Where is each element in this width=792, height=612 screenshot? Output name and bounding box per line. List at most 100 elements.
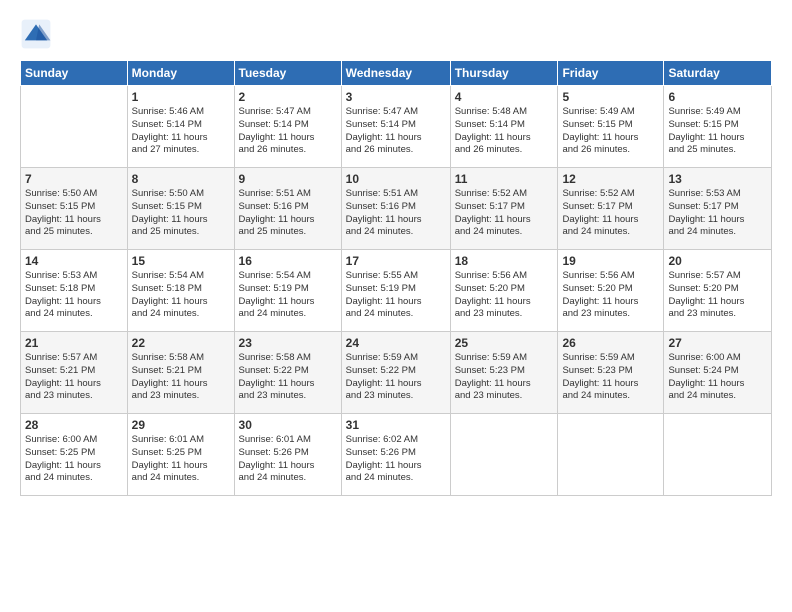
page: SundayMondayTuesdayWednesdayThursdayFrid… (0, 0, 792, 612)
calendar-cell: 8 Sunrise: 5:50 AM Sunset: 5:15 PM Daylig… (127, 168, 234, 250)
day-number: 14 (25, 254, 123, 268)
day-number: 12 (562, 172, 659, 186)
day-info: Sunrise: 5:46 AM Sunset: 5:14 PM Dayligh… (132, 106, 230, 157)
day-number: 17 (346, 254, 446, 268)
calendar-week-4: 21 Sunrise: 5:57 AM Sunset: 5:21 PM Dayli… (21, 332, 772, 414)
calendar-body: 1 Sunrise: 5:46 AM Sunset: 5:14 PM Daylig… (21, 86, 772, 496)
calendar-cell: 24 Sunrise: 5:59 AM Sunset: 5:22 PM Dayli… (341, 332, 450, 414)
calendar-cell: 12 Sunrise: 5:52 AM Sunset: 5:17 PM Dayli… (558, 168, 664, 250)
day-number: 16 (239, 254, 337, 268)
weekday-header-friday: Friday (558, 61, 664, 86)
day-number: 31 (346, 418, 446, 432)
calendar-cell: 3 Sunrise: 5:47 AM Sunset: 5:14 PM Daylig… (341, 86, 450, 168)
logo-icon (20, 18, 52, 50)
day-number: 19 (562, 254, 659, 268)
day-number: 3 (346, 90, 446, 104)
day-number: 4 (455, 90, 554, 104)
calendar-cell: 9 Sunrise: 5:51 AM Sunset: 5:16 PM Daylig… (234, 168, 341, 250)
weekday-header-saturday: Saturday (664, 61, 772, 86)
day-number: 24 (346, 336, 446, 350)
calendar-cell: 21 Sunrise: 5:57 AM Sunset: 5:21 PM Dayli… (21, 332, 128, 414)
calendar-week-2: 7Sunrise: 5:50 AM Sunset: 5:15 PM Daylig… (21, 168, 772, 250)
calendar-cell (450, 414, 558, 496)
day-info: Sunrise: 5:57 AM Sunset: 5:20 PM Dayligh… (668, 270, 767, 321)
weekday-header-wednesday: Wednesday (341, 61, 450, 86)
day-number: 30 (239, 418, 337, 432)
day-info: Sunrise: 5:53 AM Sunset: 5:17 PM Dayligh… (668, 188, 767, 239)
day-info: Sunrise: 6:00 AM Sunset: 5:25 PM Dayligh… (25, 434, 123, 485)
calendar-cell: 14 Sunrise: 5:53 AM Sunset: 5:18 PM Dayli… (21, 250, 128, 332)
day-info: Sunrise: 5:48 AM Sunset: 5:14 PM Dayligh… (455, 106, 554, 157)
calendar-cell: 5 Sunrise: 5:49 AM Sunset: 5:15 PM Daylig… (558, 86, 664, 168)
day-number: 21 (25, 336, 123, 350)
calendar-cell: 22 Sunrise: 5:58 AM Sunset: 5:21 PM Dayli… (127, 332, 234, 414)
day-info: Sunrise: 6:02 AM Sunset: 5:26 PM Dayligh… (346, 434, 446, 485)
weekday-header-monday: Monday (127, 61, 234, 86)
day-number: 2 (239, 90, 337, 104)
day-number: 29 (132, 418, 230, 432)
day-info: Sunrise: 5:54 AM Sunset: 5:18 PM Dayligh… (132, 270, 230, 321)
day-info: Sunrise: 5:58 AM Sunset: 5:21 PM Dayligh… (132, 352, 230, 403)
calendar-cell (664, 414, 772, 496)
day-info: Sunrise: 5:47 AM Sunset: 5:14 PM Dayligh… (346, 106, 446, 157)
calendar-cell: 20 Sunrise: 5:57 AM Sunset: 5:20 PM Dayli… (664, 250, 772, 332)
calendar-cell: 2 Sunrise: 5:47 AM Sunset: 5:14 PM Daylig… (234, 86, 341, 168)
day-number: 22 (132, 336, 230, 350)
day-info: Sunrise: 5:57 AM Sunset: 5:21 PM Dayligh… (25, 352, 123, 403)
calendar-cell: 13 Sunrise: 5:53 AM Sunset: 5:17 PM Dayli… (664, 168, 772, 250)
calendar-cell: 11Sunrise: 5:52 AM Sunset: 5:17 PM Dayli… (450, 168, 558, 250)
weekday-row: SundayMondayTuesdayWednesdayThursdayFrid… (21, 61, 772, 86)
day-info: Sunrise: 5:51 AM Sunset: 5:16 PM Dayligh… (239, 188, 337, 239)
calendar-cell: 19 Sunrise: 5:56 AM Sunset: 5:20 PM Dayli… (558, 250, 664, 332)
day-info: Sunrise: 5:56 AM Sunset: 5:20 PM Dayligh… (455, 270, 554, 321)
calendar-cell: 23Sunrise: 5:58 AM Sunset: 5:22 PM Dayli… (234, 332, 341, 414)
day-info: Sunrise: 5:51 AM Sunset: 5:16 PM Dayligh… (346, 188, 446, 239)
calendar-cell: 18Sunrise: 5:56 AM Sunset: 5:20 PM Dayli… (450, 250, 558, 332)
day-info: Sunrise: 5:55 AM Sunset: 5:19 PM Dayligh… (346, 270, 446, 321)
calendar-week-5: 28 Sunrise: 6:00 AM Sunset: 5:25 PM Dayli… (21, 414, 772, 496)
calendar-cell: 17 Sunrise: 5:55 AM Sunset: 5:19 PM Dayli… (341, 250, 450, 332)
day-number: 20 (668, 254, 767, 268)
calendar-cell: 31 Sunrise: 6:02 AM Sunset: 5:26 PM Dayli… (341, 414, 450, 496)
day-info: Sunrise: 5:54 AM Sunset: 5:19 PM Dayligh… (239, 270, 337, 321)
calendar-cell: 29 Sunrise: 6:01 AM Sunset: 5:25 PM Dayli… (127, 414, 234, 496)
day-info: Sunrise: 5:49 AM Sunset: 5:15 PM Dayligh… (668, 106, 767, 157)
day-number: 5 (562, 90, 659, 104)
day-number: 23 (239, 336, 337, 350)
calendar-week-3: 14 Sunrise: 5:53 AM Sunset: 5:18 PM Dayli… (21, 250, 772, 332)
weekday-header-tuesday: Tuesday (234, 61, 341, 86)
calendar-header: SundayMondayTuesdayWednesdayThursdayFrid… (21, 61, 772, 86)
day-info: Sunrise: 5:47 AM Sunset: 5:14 PM Dayligh… (239, 106, 337, 157)
day-number: 9 (239, 172, 337, 186)
day-number: 8 (132, 172, 230, 186)
day-info: Sunrise: 5:56 AM Sunset: 5:20 PM Dayligh… (562, 270, 659, 321)
day-info: Sunrise: 6:01 AM Sunset: 5:25 PM Dayligh… (132, 434, 230, 485)
day-info: Sunrise: 5:52 AM Sunset: 5:17 PM Dayligh… (562, 188, 659, 239)
calendar-cell: 6Sunrise: 5:49 AM Sunset: 5:15 PM Daylig… (664, 86, 772, 168)
day-number: 10 (346, 172, 446, 186)
calendar-cell: 25 Sunrise: 5:59 AM Sunset: 5:23 PM Dayli… (450, 332, 558, 414)
calendar-cell: 26 Sunrise: 5:59 AM Sunset: 5:23 PM Dayli… (558, 332, 664, 414)
calendar-cell: 16 Sunrise: 5:54 AM Sunset: 5:19 PM Dayli… (234, 250, 341, 332)
day-number: 28 (25, 418, 123, 432)
day-number: 25 (455, 336, 554, 350)
calendar-cell: 15Sunrise: 5:54 AM Sunset: 5:18 PM Dayli… (127, 250, 234, 332)
day-info: Sunrise: 5:59 AM Sunset: 5:23 PM Dayligh… (455, 352, 554, 403)
day-info: Sunrise: 5:49 AM Sunset: 5:15 PM Dayligh… (562, 106, 659, 157)
day-info: Sunrise: 5:50 AM Sunset: 5:15 PM Dayligh… (132, 188, 230, 239)
day-info: Sunrise: 5:59 AM Sunset: 5:22 PM Dayligh… (346, 352, 446, 403)
calendar-cell: 7Sunrise: 5:50 AM Sunset: 5:15 PM Daylig… (21, 168, 128, 250)
header (20, 18, 772, 50)
day-number: 13 (668, 172, 767, 186)
logo (20, 18, 54, 50)
calendar-cell: 1 Sunrise: 5:46 AM Sunset: 5:14 PM Daylig… (127, 86, 234, 168)
day-info: Sunrise: 5:59 AM Sunset: 5:23 PM Dayligh… (562, 352, 659, 403)
day-info: Sunrise: 5:52 AM Sunset: 5:17 PM Dayligh… (455, 188, 554, 239)
weekday-header-sunday: Sunday (21, 61, 128, 86)
day-info: Sunrise: 5:53 AM Sunset: 5:18 PM Dayligh… (25, 270, 123, 321)
day-number: 1 (132, 90, 230, 104)
day-number: 26 (562, 336, 659, 350)
calendar-cell: 30Sunrise: 6:01 AM Sunset: 5:26 PM Dayli… (234, 414, 341, 496)
calendar-cell: 27Sunrise: 6:00 AM Sunset: 5:24 PM Dayli… (664, 332, 772, 414)
calendar-cell (21, 86, 128, 168)
